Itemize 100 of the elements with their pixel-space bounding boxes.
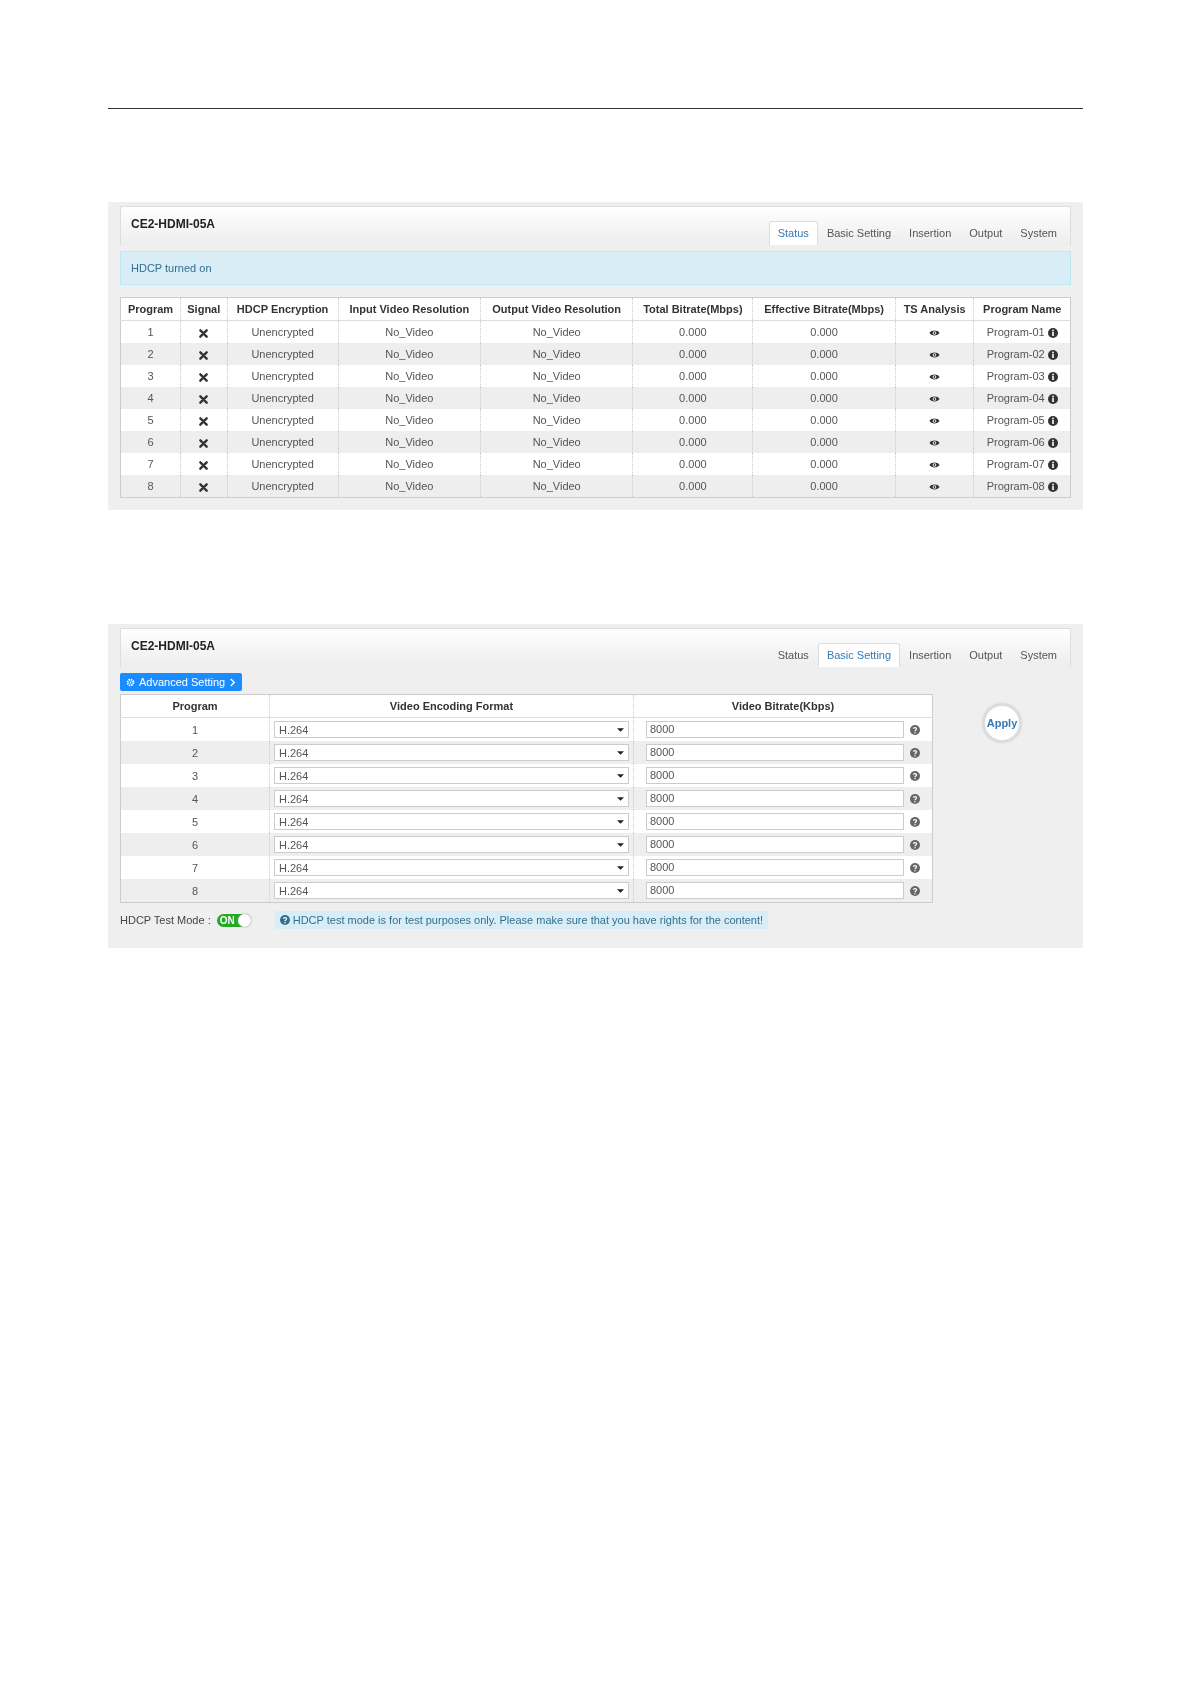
table-cell: No_Video bbox=[385, 392, 434, 404]
info-icon[interactable] bbox=[1047, 350, 1058, 361]
table-cell: 2 bbox=[191, 746, 199, 759]
cross-icon bbox=[199, 372, 209, 382]
info-icon[interactable] bbox=[1047, 482, 1058, 493]
hdcp-test-mode-label: HDCP Test Mode : bbox=[120, 914, 211, 926]
format-dropdown[interactable]: H.264 bbox=[274, 721, 629, 738]
cross-icon bbox=[199, 394, 209, 404]
table-cell: 0.000 bbox=[679, 392, 707, 404]
format-dropdown[interactable]: H.264 bbox=[274, 744, 629, 761]
tab[interactable]: Output bbox=[960, 221, 1012, 245]
format-dropdown[interactable]: H.264 bbox=[274, 790, 629, 807]
table-cell: No_Video bbox=[532, 480, 581, 492]
table-cell: 0.000 bbox=[810, 370, 838, 382]
tab[interactable]: Output bbox=[960, 643, 1012, 667]
info-icon[interactable] bbox=[1047, 460, 1058, 471]
help-icon[interactable] bbox=[910, 724, 920, 735]
tab[interactable]: System bbox=[1011, 643, 1066, 667]
table-cell: 0.000 bbox=[810, 326, 838, 338]
format-dropdown[interactable]: H.264 bbox=[274, 882, 629, 899]
cross-icon bbox=[199, 328, 209, 338]
column-header: HDCP Encryption bbox=[227, 297, 339, 321]
table-cell: Program-04 bbox=[986, 391, 1045, 404]
table-cell: 5 bbox=[191, 815, 199, 828]
tab[interactable]: Status bbox=[768, 221, 818, 245]
apply-button[interactable]: Apply bbox=[983, 704, 1021, 742]
column-header: Effective Bitrate(Mbps) bbox=[752, 297, 896, 321]
info-icon[interactable] bbox=[1047, 394, 1058, 405]
info-icon[interactable] bbox=[1047, 372, 1058, 383]
tab[interactable]: Basic Setting bbox=[817, 221, 901, 245]
help-icon[interactable] bbox=[910, 839, 920, 850]
table-cell: 6 bbox=[191, 838, 199, 851]
table-cell: 0.000 bbox=[679, 436, 707, 448]
tab[interactable]: System bbox=[1011, 221, 1066, 245]
table-cell: 7 bbox=[191, 861, 199, 874]
bitrate-field[interactable]: 8000 bbox=[646, 767, 904, 784]
eye-icon[interactable] bbox=[929, 395, 941, 404]
tab[interactable]: Insertion bbox=[900, 643, 961, 667]
table-cell: 0.000 bbox=[679, 348, 707, 360]
tab[interactable]: Insertion bbox=[900, 221, 961, 245]
format-dropdown[interactable]: H.264 bbox=[274, 767, 629, 784]
gear-icon bbox=[126, 677, 135, 687]
table-cell: Unencrypted bbox=[251, 370, 314, 382]
table-cell: 0.000 bbox=[810, 458, 838, 470]
format-dropdown[interactable]: H.264 bbox=[274, 813, 629, 830]
hdcp-note: HDCP test mode is for test purposes only. Please make sure that you have rights for the content! bbox=[292, 914, 764, 926]
caret-icon bbox=[617, 888, 624, 893]
table-cell: 2 bbox=[147, 348, 154, 360]
eye-icon[interactable] bbox=[929, 329, 941, 338]
help-icon[interactable] bbox=[910, 862, 920, 873]
eye-icon[interactable] bbox=[929, 373, 941, 382]
table-cell: 0.000 bbox=[679, 458, 707, 470]
tab[interactable]: Basic Setting bbox=[817, 643, 901, 667]
caret-icon bbox=[617, 750, 624, 755]
bitrate-field[interactable]: 8000 bbox=[646, 721, 904, 738]
bitrate-field[interactable]: 8000 bbox=[646, 882, 904, 899]
cross-icon bbox=[199, 482, 209, 492]
eye-icon[interactable] bbox=[929, 461, 941, 470]
table-cell: Unencrypted bbox=[251, 458, 314, 470]
column-header: TS Analysis bbox=[895, 297, 974, 321]
info-icon[interactable] bbox=[1047, 328, 1058, 339]
help-icon[interactable] bbox=[910, 747, 920, 758]
bitrate-field[interactable]: 8000 bbox=[646, 790, 904, 807]
table-cell: No_Video bbox=[532, 392, 581, 404]
eye-icon[interactable] bbox=[929, 351, 941, 360]
bitrate-field[interactable]: 8000 bbox=[646, 813, 904, 830]
table-cell: 0.000 bbox=[810, 348, 838, 360]
column-header: Program bbox=[120, 694, 270, 718]
table-cell: No_Video bbox=[532, 326, 581, 338]
column-header: Video Bitrate(Kbps) bbox=[633, 694, 933, 718]
help-icon[interactable] bbox=[910, 885, 920, 896]
column-header: Total Bitrate(Mbps) bbox=[632, 297, 753, 321]
info-icon[interactable] bbox=[1047, 438, 1058, 449]
table-cell: 4 bbox=[147, 392, 154, 404]
bitrate-field[interactable]: 8000 bbox=[646, 744, 904, 761]
cross-icon bbox=[199, 460, 209, 470]
table-cell: Program-02 bbox=[986, 347, 1045, 360]
table-cell: No_Video bbox=[385, 480, 434, 492]
bitrate-field[interactable]: 8000 bbox=[646, 836, 904, 853]
table-cell: Unencrypted bbox=[251, 348, 314, 360]
table-cell: 5 bbox=[147, 414, 154, 426]
device-title: CE2-HDMI-05A bbox=[131, 639, 215, 653]
cross-icon bbox=[199, 438, 209, 448]
column-header: Program bbox=[120, 297, 181, 321]
tab[interactable]: Status bbox=[768, 643, 818, 667]
eye-icon[interactable] bbox=[929, 417, 941, 426]
bitrate-field[interactable]: 8000 bbox=[646, 859, 904, 876]
info-icon[interactable] bbox=[1047, 416, 1058, 427]
table-cell: 3 bbox=[147, 370, 154, 382]
eye-icon[interactable] bbox=[929, 483, 941, 492]
caret-icon bbox=[617, 842, 624, 847]
eye-icon[interactable] bbox=[929, 439, 941, 448]
table-cell: Unencrypted bbox=[251, 326, 314, 338]
format-dropdown[interactable]: H.264 bbox=[274, 836, 629, 853]
info-alert: HDCP turned on bbox=[120, 251, 1071, 285]
column-header: Video Encoding Format bbox=[269, 694, 634, 718]
format-dropdown[interactable]: H.264 bbox=[274, 859, 629, 876]
help-icon[interactable] bbox=[910, 793, 920, 804]
help-icon[interactable] bbox=[910, 816, 920, 827]
help-icon[interactable] bbox=[910, 770, 920, 781]
